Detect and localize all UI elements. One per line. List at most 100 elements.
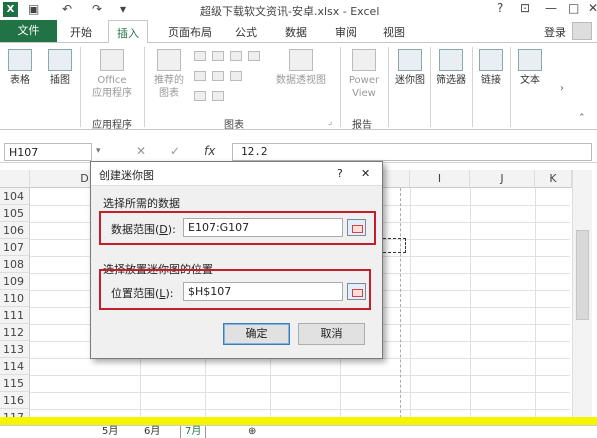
- sheet-tab-active[interactable]: 7月: [180, 426, 207, 438]
- office-apps-button[interactable]: Office 应用程序: [84, 49, 140, 100]
- column-header-j[interactable]: J: [470, 170, 535, 188]
- row-header[interactable]: 107: [0, 239, 30, 256]
- collapse-ribbon-icon[interactable]: ⌃: [578, 113, 586, 123]
- signin-link[interactable]: 登录: [544, 24, 566, 40]
- ribbon-panel: 表格 插图 Office 应用程序 应用程序 推荐的 图表 数据透视图 图表 ⌟…: [0, 42, 597, 131]
- links-button[interactable]: 链接: [476, 49, 506, 87]
- pie-chart-icon[interactable]: [194, 91, 206, 101]
- row-header[interactable]: 114: [0, 358, 30, 375]
- group-divider: [510, 47, 511, 127]
- redo-icon[interactable]: ↷: [92, 2, 102, 16]
- column-chart-icon[interactable]: [194, 51, 206, 61]
- undo-icon[interactable]: ↶: [62, 2, 72, 16]
- scatter-chart-icon[interactable]: [248, 51, 260, 61]
- power-label: Power: [348, 75, 380, 86]
- ribbon-display-icon[interactable]: ⊡: [520, 1, 530, 15]
- maximize-button[interactable]: □: [568, 1, 579, 15]
- collapse-range-icon[interactable]: [347, 219, 366, 236]
- row-header[interactable]: 109: [0, 273, 30, 290]
- gridline: [410, 188, 411, 420]
- sheet-tab[interactable]: 5月: [98, 426, 122, 438]
- column-header-k[interactable]: K: [535, 170, 572, 188]
- row-header[interactable]: 112: [0, 324, 30, 341]
- column-header-i[interactable]: I: [410, 170, 470, 188]
- statistic-chart-icon[interactable]: [212, 71, 224, 81]
- gridline: [535, 188, 536, 420]
- tab-formulas[interactable]: 公式: [235, 24, 257, 40]
- tab-file[interactable]: 文件: [0, 20, 57, 42]
- name-box[interactable]: H107: [4, 143, 92, 161]
- map-chart-icon[interactable]: [212, 91, 224, 101]
- tab-home[interactable]: 开始: [70, 24, 92, 40]
- tab-data[interactable]: 数据: [285, 24, 307, 40]
- picture-icon: [48, 49, 72, 71]
- link-icon: [479, 49, 503, 71]
- insert-function-icon[interactable]: fx: [204, 144, 215, 158]
- recommended-charts-button[interactable]: 推荐的 图表: [148, 49, 190, 100]
- namebox-dropdown-icon[interactable]: ▾: [96, 146, 101, 156]
- collapse-range-icon[interactable]: [347, 283, 366, 300]
- create-sparklines-dialog: 创建迷你图 ? ✕ 选择所需的数据 数据范围(D): E107:G107 选择放…: [90, 161, 383, 359]
- row-header[interactable]: 116: [0, 392, 30, 409]
- row-header[interactable]: 111: [0, 307, 30, 324]
- dialog-close-button[interactable]: ✕: [361, 167, 370, 180]
- row-header[interactable]: 104: [0, 188, 30, 205]
- recommended-label: 推荐的: [154, 75, 184, 86]
- group-divider: [472, 47, 473, 127]
- scrollbar-thumb[interactable]: [576, 230, 589, 320]
- tab-insert[interactable]: 插入: [108, 20, 148, 43]
- power-view-icon: [352, 49, 376, 71]
- group-divider: [388, 47, 389, 127]
- sparklines-button[interactable]: 迷你图: [392, 49, 428, 87]
- help-button[interactable]: ?: [497, 1, 503, 15]
- illustrations-button[interactable]: 插图: [44, 49, 76, 87]
- links-label: 链接: [481, 75, 501, 86]
- highlighted-row-band: [0, 417, 597, 425]
- vertical-scrollbar[interactable]: [572, 170, 592, 425]
- text-button[interactable]: 文本: [514, 49, 546, 87]
- ok-button[interactable]: 确定: [223, 323, 290, 345]
- cancel-button[interactable]: 取消: [298, 323, 365, 345]
- power-view-button[interactable]: Power View: [346, 49, 382, 100]
- confirm-entry-icon[interactable]: ✓: [170, 144, 180, 158]
- cancel-entry-icon[interactable]: ✕: [136, 144, 146, 158]
- line-chart-icon[interactable]: [194, 71, 206, 81]
- section-data-label: 选择所需的数据: [103, 197, 180, 210]
- tab-page-layout[interactable]: 页面布局: [168, 24, 212, 40]
- waterfall-chart-icon[interactable]: [230, 51, 242, 61]
- row-header[interactable]: 106: [0, 222, 30, 239]
- table-icon: [8, 49, 32, 71]
- data-range-input[interactable]: E107:G107: [183, 218, 343, 237]
- tab-view[interactable]: 视图: [383, 24, 405, 40]
- tab-review[interactable]: 审阅: [335, 24, 357, 40]
- office-apps-icon: [100, 49, 124, 71]
- pivot-chart-icon: [289, 49, 313, 71]
- close-button[interactable]: ✕: [588, 1, 597, 15]
- filter-icon: [439, 49, 463, 71]
- customize-qat-icon[interactable]: ▾: [120, 2, 126, 16]
- row-header[interactable]: 110: [0, 290, 30, 307]
- filters-button[interactable]: 筛选器: [433, 49, 469, 87]
- minimize-button[interactable]: —: [545, 1, 557, 15]
- combo-chart-icon[interactable]: [230, 71, 242, 81]
- location-range-input[interactable]: $H$107: [183, 282, 343, 301]
- select-all-corner[interactable]: [0, 170, 30, 188]
- sheet-tab[interactable]: 6月: [140, 426, 164, 438]
- table-button[interactable]: 表格: [4, 49, 36, 87]
- row-header[interactable]: 108: [0, 256, 30, 273]
- more-icon[interactable]: ›: [560, 83, 564, 94]
- save-icon[interactable]: ▣: [28, 2, 39, 16]
- formula-input[interactable]: 12.2: [232, 143, 592, 161]
- user-avatar[interactable]: [572, 22, 592, 40]
- row-header[interactable]: 113: [0, 341, 30, 358]
- view-label: View: [352, 88, 376, 99]
- gridline: [470, 188, 471, 420]
- dialog-help-button[interactable]: ?: [337, 167, 343, 180]
- text-label: 文本: [520, 75, 540, 86]
- dialog-launcher-icon[interactable]: ⌟: [328, 117, 332, 127]
- hierarchy-chart-icon[interactable]: [212, 51, 224, 61]
- row-header[interactable]: 115: [0, 375, 30, 392]
- row-header[interactable]: 105: [0, 205, 30, 222]
- pivot-chart-button[interactable]: 数据透视图: [272, 49, 330, 87]
- add-sheet-button[interactable]: ⊕: [244, 426, 260, 438]
